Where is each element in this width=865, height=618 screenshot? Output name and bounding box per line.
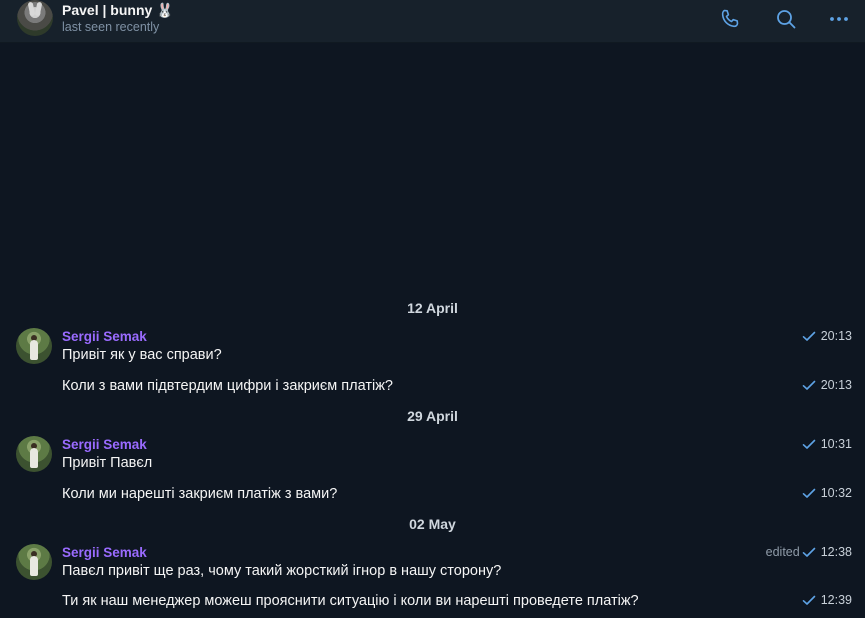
- date-separator: 02 May: [409, 516, 456, 532]
- avatar-figure-body: [30, 556, 38, 576]
- message-text[interactable]: Павєл привіт ще раз, чому такий жорсткий…: [62, 563, 501, 579]
- message-time: 12:39: [820, 593, 852, 607]
- sender-name[interactable]: Sergii Semak: [62, 437, 147, 452]
- more-button[interactable]: [826, 6, 852, 32]
- message-time: 10:32: [820, 486, 852, 500]
- search-icon: [777, 10, 796, 29]
- contact-status: last seen recently: [62, 20, 160, 34]
- read-check-icon: [802, 547, 816, 557]
- message-text[interactable]: Привіт як у вас справи?: [62, 347, 222, 363]
- sender-avatar[interactable]: [16, 544, 52, 580]
- message-time: 12:38: [820, 545, 852, 559]
- date-separator: 29 April: [407, 408, 458, 424]
- read-check-icon: [802, 380, 816, 390]
- read-check-icon: [802, 488, 816, 498]
- message-meta: edited 12:38: [766, 545, 852, 559]
- message-text[interactable]: Коли з вами підвтердим цифри і закриєм п…: [62, 378, 393, 394]
- edited-label: edited: [765, 545, 800, 559]
- read-check-icon: [802, 331, 816, 341]
- call-button[interactable]: [717, 6, 743, 32]
- message-list[interactable]: 12 April Sergii Semak Привіт як у вас сп…: [0, 43, 865, 618]
- bunny-emoji-icon: 🐰: [156, 2, 174, 18]
- message-meta: 20:13: [800, 329, 852, 343]
- search-button[interactable]: [773, 6, 799, 32]
- sender-avatar[interactable]: [16, 328, 52, 364]
- bunny-ear: [34, 1, 43, 17]
- message-time: 20:13: [820, 378, 852, 392]
- chat-header: Pavel | bunny 🐰 last seen recently: [0, 0, 865, 43]
- message-text[interactable]: Привіт Павєл: [62, 455, 152, 471]
- contact-avatar[interactable]: [17, 0, 53, 36]
- avatar-figure-body: [30, 340, 38, 360]
- sender-avatar[interactable]: [16, 436, 52, 472]
- read-check-icon: [802, 439, 816, 449]
- message-meta: 10:32: [800, 486, 852, 500]
- chat-window: Pavel | bunny 🐰 last seen recently 12 Apr…: [0, 0, 865, 618]
- message-text[interactable]: Ти як наш менеджер можеш прояснити ситуа…: [62, 593, 639, 609]
- sender-name[interactable]: Sergii Semak: [62, 329, 147, 344]
- contact-name[interactable]: Pavel | bunny 🐰: [62, 2, 174, 19]
- message-time: 10:31: [820, 437, 852, 451]
- message-meta: 12:39: [800, 593, 852, 607]
- sender-name[interactable]: Sergii Semak: [62, 545, 147, 560]
- message-time: 20:13: [820, 329, 852, 343]
- message-text[interactable]: Коли ми нарешті закриєм платіж з вами?: [62, 486, 337, 502]
- date-separator: 12 April: [407, 300, 458, 316]
- read-check-icon: [802, 595, 816, 605]
- more-icon: [830, 17, 848, 21]
- message-meta: 20:13: [800, 378, 852, 392]
- avatar-figure-body: [30, 448, 38, 468]
- phone-icon: [721, 9, 739, 28]
- contact-name-text: Pavel | bunny: [62, 2, 153, 18]
- message-meta: 10:31: [800, 437, 852, 451]
